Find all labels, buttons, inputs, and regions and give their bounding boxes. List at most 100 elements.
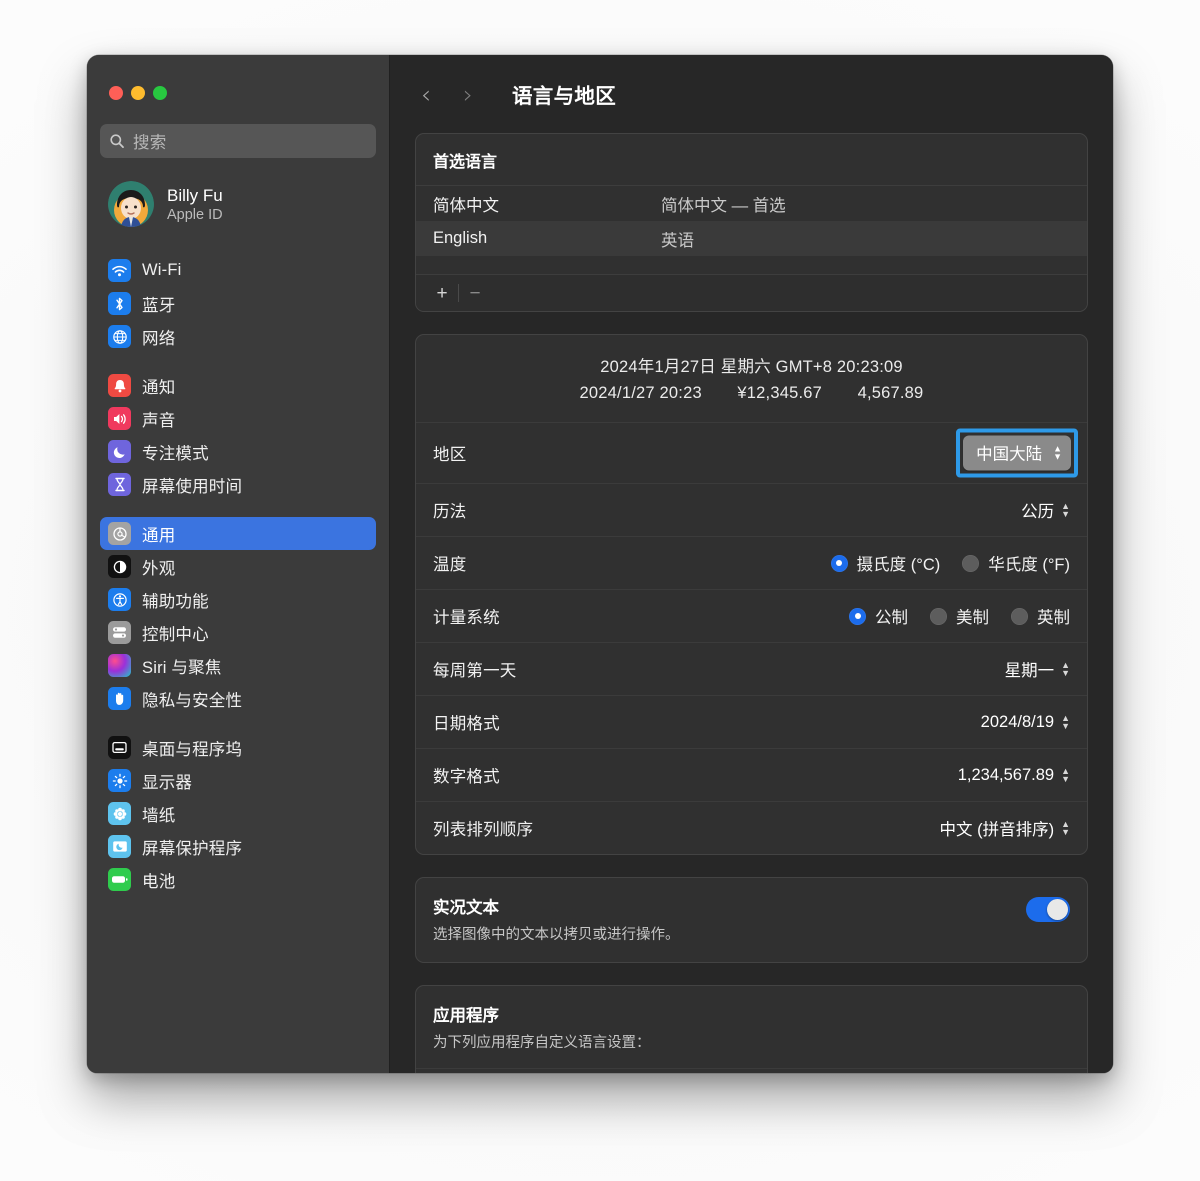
sidebar-item-label: 网络: [142, 329, 176, 348]
sidebar-item-displays[interactable]: 显示器: [100, 764, 376, 797]
language-list-controls: + −: [416, 274, 1087, 311]
measurement-option-metric[interactable]: 公制: [849, 604, 908, 628]
region-popup-button[interactable]: 中国大陆 ▲ ▼: [963, 435, 1071, 471]
setting-row-first-day-of-week: 每周第一天 星期一 ▲ ▼: [416, 642, 1087, 695]
accessibility-icon: [108, 588, 131, 611]
remove-language-button[interactable]: −: [462, 281, 488, 305]
live-text-toggle[interactable]: [1026, 897, 1070, 923]
sidebar-item-label: 辅助功能: [142, 592, 209, 611]
sidebar-item-accessibility[interactable]: 辅助功能: [100, 583, 376, 616]
page-title: 语言与地区: [512, 85, 616, 108]
chevron-updown-icon: ▲ ▼: [1061, 819, 1070, 838]
sidebar-item-notifications[interactable]: 通知: [100, 369, 376, 402]
live-text-title: 实况文本: [433, 899, 499, 918]
setting-label: 地区: [433, 446, 467, 465]
sidebar-item-bluetooth[interactable]: 蓝牙: [100, 287, 376, 320]
temperature-option-celsius[interactable]: 摄氏度 (°C): [830, 551, 941, 575]
date-format-popup-button[interactable]: 2024/8/19 ▲ ▼: [981, 713, 1070, 732]
sidebar-item-sound[interactable]: 声音: [100, 402, 376, 435]
language-description: 英语: [661, 231, 694, 250]
forward-button[interactable]: ›: [460, 82, 476, 107]
applications-list[interactable]: [416, 1068, 1087, 1073]
applications-subtitle: 为下列应用程序自定义语言设置：: [433, 1035, 651, 1052]
sidebar-item-siri-spotlight[interactable]: Siri 与聚焦: [100, 649, 376, 682]
wallpaper-icon: [108, 802, 131, 825]
option-label: 摄氏度 (°C): [856, 556, 941, 575]
option-label: 公制: [875, 609, 908, 628]
toggle-knob: [1047, 899, 1068, 921]
chevron-updown-icon: ▲ ▼: [1053, 443, 1062, 462]
add-language-button[interactable]: +: [429, 281, 455, 305]
sidebar-item-wallpaper[interactable]: 墙纸: [100, 797, 376, 830]
speaker-icon: [108, 407, 131, 430]
sort-order-popup-button[interactable]: 中文 (拼音排序) ▲ ▼: [940, 816, 1071, 840]
radio-icon: [962, 554, 980, 572]
calendar-popup-button[interactable]: 公历 ▲ ▼: [1021, 498, 1070, 522]
region-value: 中国大陆: [976, 445, 1043, 464]
sidebar-item-network[interactable]: 网络: [100, 320, 376, 353]
sidebar-item-battery[interactable]: 电池: [100, 863, 376, 896]
settings-scroll-area[interactable]: 首选语言 简体中文 简体中文 — 首选 English 英语 + − 2024年…: [390, 133, 1113, 1073]
format-preview: 2024年1月27日 星期六 GMT+8 20:23:09 2024/1/27 …: [416, 335, 1087, 422]
sidebar-item-appearance[interactable]: 外观: [100, 550, 376, 583]
sidebar-item-screen-time[interactable]: 屏幕使用时间: [100, 468, 376, 501]
chevron-updown-icon: ▲ ▼: [1061, 501, 1070, 520]
sidebar-item-label: 电池: [142, 872, 176, 891]
setting-label: 历法: [433, 503, 467, 522]
sidebar-item-screensaver[interactable]: 屏幕保护程序: [100, 830, 376, 863]
live-text-row: 实况文本 选择图像中的文本以拷贝或进行操作。: [416, 878, 1087, 962]
measurement-option-uk[interactable]: 英制: [1011, 604, 1070, 628]
account-subtitle: Apple ID: [167, 206, 223, 223]
moon-icon: [108, 440, 131, 463]
sidebar-item-label: Siri 与聚焦: [142, 658, 222, 677]
radio-icon: [830, 554, 848, 572]
option-label: 英制: [1037, 609, 1070, 628]
setting-label: 每周第一天: [433, 662, 517, 681]
temperature-option-fahrenheit[interactable]: 华氏度 (°F): [962, 551, 1070, 575]
setting-row-calendar: 历法 公历 ▲ ▼: [416, 483, 1087, 536]
content-pane: ‹ › 语言与地区 首选语言 简体中文 简体中文 — 首选 English 英语…: [390, 55, 1113, 1073]
close-button[interactable]: [109, 86, 123, 100]
option-label: 华氏度 (°F): [988, 556, 1070, 575]
live-text-subtitle: 选择图像中的文本以拷贝或进行操作。: [433, 927, 680, 944]
sidebar-item-label: 显示器: [142, 773, 193, 792]
minimize-button[interactable]: [131, 86, 145, 100]
battery-icon: [108, 868, 131, 891]
sidebar-group-network: Wi-Fi 蓝牙 网络: [100, 254, 376, 353]
language-name: 简体中文: [433, 196, 499, 215]
toolbar: ‹ › 语言与地区: [390, 55, 1113, 133]
table-row[interactable]: 简体中文 简体中文 — 首选: [416, 186, 1087, 221]
measurement-option-us[interactable]: 美制: [930, 604, 989, 628]
search-input[interactable]: 搜索: [100, 124, 376, 158]
preferred-languages-header: 首选语言: [416, 134, 1087, 186]
applications-title: 应用程序: [433, 1007, 499, 1026]
back-button[interactable]: ‹: [418, 82, 434, 107]
table-row[interactable]: English 英语: [416, 221, 1087, 256]
sidebar-item-label: 屏幕使用时间: [142, 477, 243, 496]
divider: [458, 284, 459, 302]
chevron-updown-icon: ▲ ▼: [1061, 660, 1070, 679]
sidebar-item-apple-id[interactable]: Billy Fu Apple ID: [100, 175, 376, 233]
zoom-button[interactable]: [153, 86, 167, 100]
sidebar-item-control-center[interactable]: 控制中心: [100, 616, 376, 649]
screensaver-icon: [108, 835, 131, 858]
sidebar-item-privacy-security[interactable]: 隐私与安全性: [100, 682, 376, 715]
system-settings-window: 搜索 Billy Fu Apple ID Wi-Fi 蓝牙 网络 通知 声音 专…: [87, 55, 1113, 1073]
date-format-value: 2024/8/19: [980, 712, 1055, 731]
sidebar-item-wifi[interactable]: Wi-Fi: [100, 254, 376, 287]
sidebar-item-general[interactable]: 通用: [100, 517, 376, 550]
setting-row-date-format: 日期格式 2024/8/19 ▲ ▼: [416, 695, 1087, 748]
live-text-card: 实况文本 选择图像中的文本以拷贝或进行操作。: [415, 877, 1088, 964]
language-name: English: [433, 229, 488, 247]
setting-row-number-format: 数字格式 1,234,567.89 ▲ ▼: [416, 748, 1087, 801]
formats-card: 2024年1月27日 星期六 GMT+8 20:23:09 2024/1/27 …: [415, 334, 1088, 856]
first-day-popup-button[interactable]: 星期一 ▲ ▼: [1005, 657, 1070, 681]
chevron-updown-icon: ▲ ▼: [1061, 766, 1070, 785]
display-icon: [108, 769, 131, 792]
radio-icon: [1011, 607, 1028, 625]
sidebar-item-focus[interactable]: 专注模式: [100, 435, 376, 468]
sidebar-item-desktop-dock[interactable]: 桌面与程序坞: [100, 731, 376, 764]
number-format-popup-button[interactable]: 1,234,567.89 ▲ ▼: [958, 766, 1070, 785]
sidebar-item-label: 声音: [142, 411, 176, 430]
radio-icon: [930, 607, 947, 625]
